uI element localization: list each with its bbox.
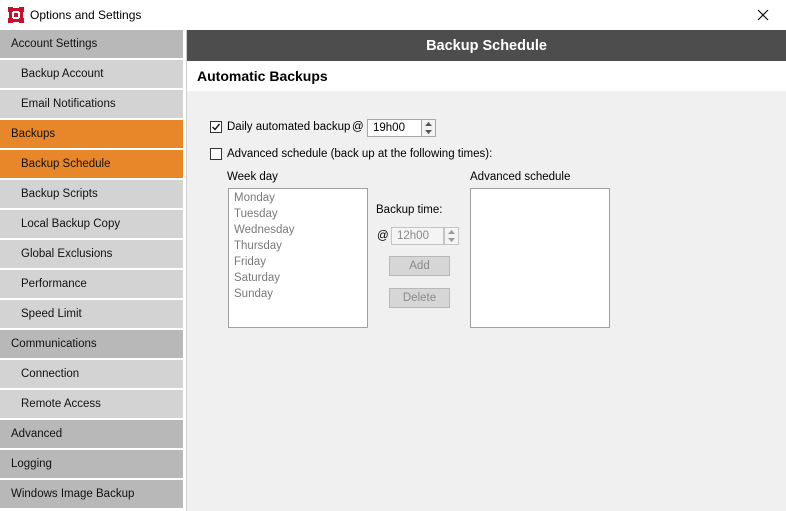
list-item[interactable]: Wednesday (234, 224, 295, 236)
delete-button[interactable]: Delete (389, 288, 450, 308)
checkmark-icon (212, 123, 221, 131)
list-item[interactable]: Monday (234, 192, 275, 204)
advanced-schedule-checkbox[interactable] (210, 148, 222, 160)
sidebar-item-backup-schedule[interactable]: Backup Schedule (0, 150, 183, 178)
sidebar-item-label: Local Backup Copy (21, 218, 121, 230)
list-item[interactable]: Saturday (234, 272, 280, 284)
sidebar-item-label: Logging (11, 458, 52, 470)
list-item[interactable]: Sunday (234, 288, 273, 300)
sidebar-item-logging[interactable]: Logging (0, 450, 183, 478)
daily-time-input-box (367, 119, 422, 137)
spin-up-icon[interactable] (445, 228, 458, 236)
section-header: Automatic Backups (187, 61, 786, 91)
add-button[interactable]: Add (389, 256, 450, 276)
advanced-time-stepper[interactable] (444, 227, 459, 245)
spin-up-icon[interactable] (422, 120, 435, 128)
sidebar-item-label: Communications (11, 338, 97, 350)
sidebar-item-communications[interactable]: Communications (0, 330, 183, 358)
advanced-schedule-list[interactable] (470, 188, 610, 328)
sidebar-item-remote-access[interactable]: Remote Access (0, 390, 183, 418)
page-title: Backup Schedule (187, 30, 786, 61)
weekday-label: Week day (227, 171, 278, 183)
sidebar-item-label: Backup Scripts (21, 188, 98, 200)
backup-time-label: Backup time: (376, 204, 443, 216)
sidebar-item-label: Remote Access (21, 398, 101, 410)
sidebar-item-backup-account[interactable]: Backup Account (0, 60, 183, 88)
close-icon (757, 9, 769, 21)
section-title: Automatic Backups (197, 68, 328, 84)
spin-down-icon[interactable] (422, 128, 435, 136)
weekday-list[interactable]: Monday Tuesday Wednesday Thursday Friday… (228, 188, 368, 328)
list-item[interactable]: Tuesday (234, 208, 278, 220)
sidebar-item-label: Email Notifications (21, 98, 116, 110)
sidebar-item-local-backup-copy[interactable]: Local Backup Copy (0, 210, 183, 238)
sidebar: Account Settings Backup Account Email No… (0, 30, 186, 511)
sidebar-item-label: Connection (21, 368, 80, 380)
sidebar-item-label: Advanced (11, 428, 63, 440)
sidebar-item-label: Speed Limit (21, 308, 82, 320)
sidebar-item-label: Windows Image Backup (11, 488, 135, 500)
list-item[interactable]: Friday (234, 256, 266, 268)
main-panel: Backup Schedule Automatic Backups Daily … (186, 30, 786, 511)
sidebar-item-label: Performance (21, 278, 87, 290)
advanced-time-input[interactable] (392, 228, 443, 244)
advanced-schedule-list-label: Advanced schedule (470, 171, 571, 183)
daily-backup-checkbox[interactable] (210, 121, 222, 133)
spin-down-icon[interactable] (445, 236, 458, 244)
sidebar-item-windows-image-backup[interactable]: Windows Image Backup (0, 480, 183, 508)
sidebar-item-advanced[interactable]: Advanced (0, 420, 183, 448)
advanced-schedule-label: Advanced schedule (back up at the follow… (227, 148, 493, 160)
app-logo-icon (8, 7, 24, 23)
daily-time-input[interactable] (368, 120, 421, 136)
sidebar-item-label: Backups (11, 128, 56, 140)
sidebar-item-label: Backup Account (21, 68, 104, 80)
sidebar-item-label: Global Exclusions (21, 248, 113, 260)
advanced-time-input-box (391, 227, 444, 245)
sidebar-item-global-exclusions[interactable]: Global Exclusions (0, 240, 183, 268)
window-title: Options and Settings (30, 8, 142, 22)
sidebar-item-backup-scripts[interactable]: Backup Scripts (0, 180, 183, 208)
close-button[interactable] (740, 0, 786, 30)
daily-time-stepper[interactable] (421, 119, 436, 137)
sidebar-item-connection[interactable]: Connection (0, 360, 183, 388)
sidebar-item-performance[interactable]: Performance (0, 270, 183, 298)
daily-backup-label: Daily automated backup (227, 121, 351, 133)
sidebar-item-speed-limit[interactable]: Speed Limit (0, 300, 183, 328)
sidebar-item-label: Account Settings (11, 38, 98, 50)
sidebar-item-backups[interactable]: Backups (0, 120, 183, 148)
list-item[interactable]: Thursday (234, 240, 282, 252)
daily-at-symbol: @ (352, 121, 364, 133)
sidebar-item-email-notifications[interactable]: Email Notifications (0, 90, 183, 118)
sidebar-item-account-settings[interactable]: Account Settings (0, 30, 183, 58)
title-bar: Options and Settings (0, 0, 786, 30)
advanced-at-symbol: @ (377, 230, 389, 242)
sidebar-item-label: Backup Schedule (21, 158, 111, 170)
